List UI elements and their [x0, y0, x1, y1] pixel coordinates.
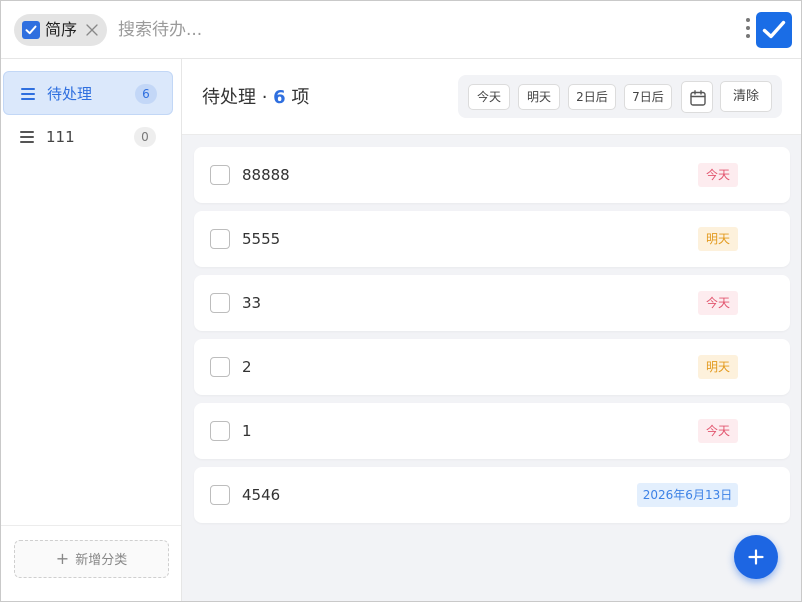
count-badge: 6 — [135, 84, 157, 104]
due-badge: 明天 — [698, 227, 739, 251]
todo-text: 33 — [242, 294, 262, 312]
calendar-button[interactable] — [681, 81, 713, 113]
due-badge: 今天 — [698, 163, 739, 187]
main-panel: 待处理 · 6 项 今天 明天 2日后 7日后 清除 88888 今天 5555… — [182, 59, 801, 601]
menu-lines-icon — [21, 88, 35, 100]
todo-text: 4546 — [242, 486, 281, 504]
todo-item[interactable]: 2 明天 — [194, 339, 790, 395]
filter-tomorrow-button[interactable]: 明天 — [518, 84, 560, 110]
todo-checkbox[interactable] — [210, 293, 230, 313]
count-badge: 0 — [134, 127, 156, 147]
todo-item[interactable]: 33 今天 — [194, 275, 790, 331]
todo-text: 1 — [242, 422, 252, 440]
app-window: 简序 待处理 6 111 0 + 新增分类 待处理 · 6 项 — [0, 0, 802, 602]
todo-checkbox[interactable] — [210, 485, 230, 505]
todo-item[interactable]: 5555 明天 — [194, 211, 790, 267]
close-icon[interactable] — [84, 22, 100, 38]
app-check-icon — [756, 12, 792, 48]
todo-checkbox[interactable] — [210, 229, 230, 249]
checkbox-checked-icon — [22, 21, 40, 39]
todo-checkbox[interactable] — [210, 421, 230, 441]
due-badge: 2026年6月13日 — [637, 483, 738, 507]
menu-lines-icon — [20, 131, 34, 143]
sidebar-footer: + 新增分类 — [1, 525, 181, 601]
todo-text: 2 — [242, 358, 252, 376]
list-header: 待处理 · 6 项 今天 明天 2日后 7日后 清除 — [182, 59, 801, 135]
due-badge: 今天 — [698, 419, 739, 443]
page-title: 待处理 · 6 项 — [202, 86, 309, 110]
search-input[interactable] — [118, 15, 698, 45]
title-suffix: 项 — [285, 87, 310, 108]
title-count: 6 — [273, 87, 286, 108]
add-category-label: 新增分类 — [75, 553, 128, 568]
plus-icon: + — [55, 549, 70, 568]
sidebar-item-111[interactable]: 111 0 — [3, 115, 173, 159]
filter-7days-button[interactable]: 7日后 — [624, 84, 672, 110]
sidebar-item-pending[interactable]: 待处理 6 — [3, 71, 173, 115]
todo-item[interactable]: 88888 今天 — [194, 147, 790, 203]
title-prefix: 待处理 · — [202, 87, 274, 108]
due-badge: 今天 — [698, 291, 739, 315]
todo-checkbox[interactable] — [210, 165, 230, 185]
due-badge: 明天 — [698, 355, 739, 379]
date-filter-bar: 今天 明天 2日后 7日后 清除 — [458, 75, 782, 118]
todo-item[interactable]: 1 今天 — [194, 403, 790, 459]
todo-text: 5555 — [242, 230, 281, 248]
filter-2days-button[interactable]: 2日后 — [568, 84, 616, 110]
sidebar: 待处理 6 111 0 + 新增分类 — [1, 59, 182, 601]
filter-today-button[interactable]: 今天 — [468, 84, 510, 110]
top-bar: 简序 — [1, 1, 801, 59]
sidebar-item-label: 111 — [46, 128, 75, 146]
add-category-button[interactable]: + 新增分类 — [14, 540, 169, 578]
todo-checkbox[interactable] — [210, 357, 230, 377]
sidebar-item-label: 待处理 — [47, 85, 93, 103]
add-todo-button[interactable] — [734, 535, 778, 579]
todo-item[interactable]: 4546 2026年6月13日 — [194, 467, 790, 523]
more-vertical-icon[interactable] — [744, 18, 752, 42]
todo-text: 88888 — [242, 166, 290, 184]
mode-chip-label: 简序 — [45, 20, 78, 39]
clear-filter-button[interactable]: 清除 — [720, 81, 772, 112]
mode-chip[interactable]: 简序 — [14, 14, 107, 46]
